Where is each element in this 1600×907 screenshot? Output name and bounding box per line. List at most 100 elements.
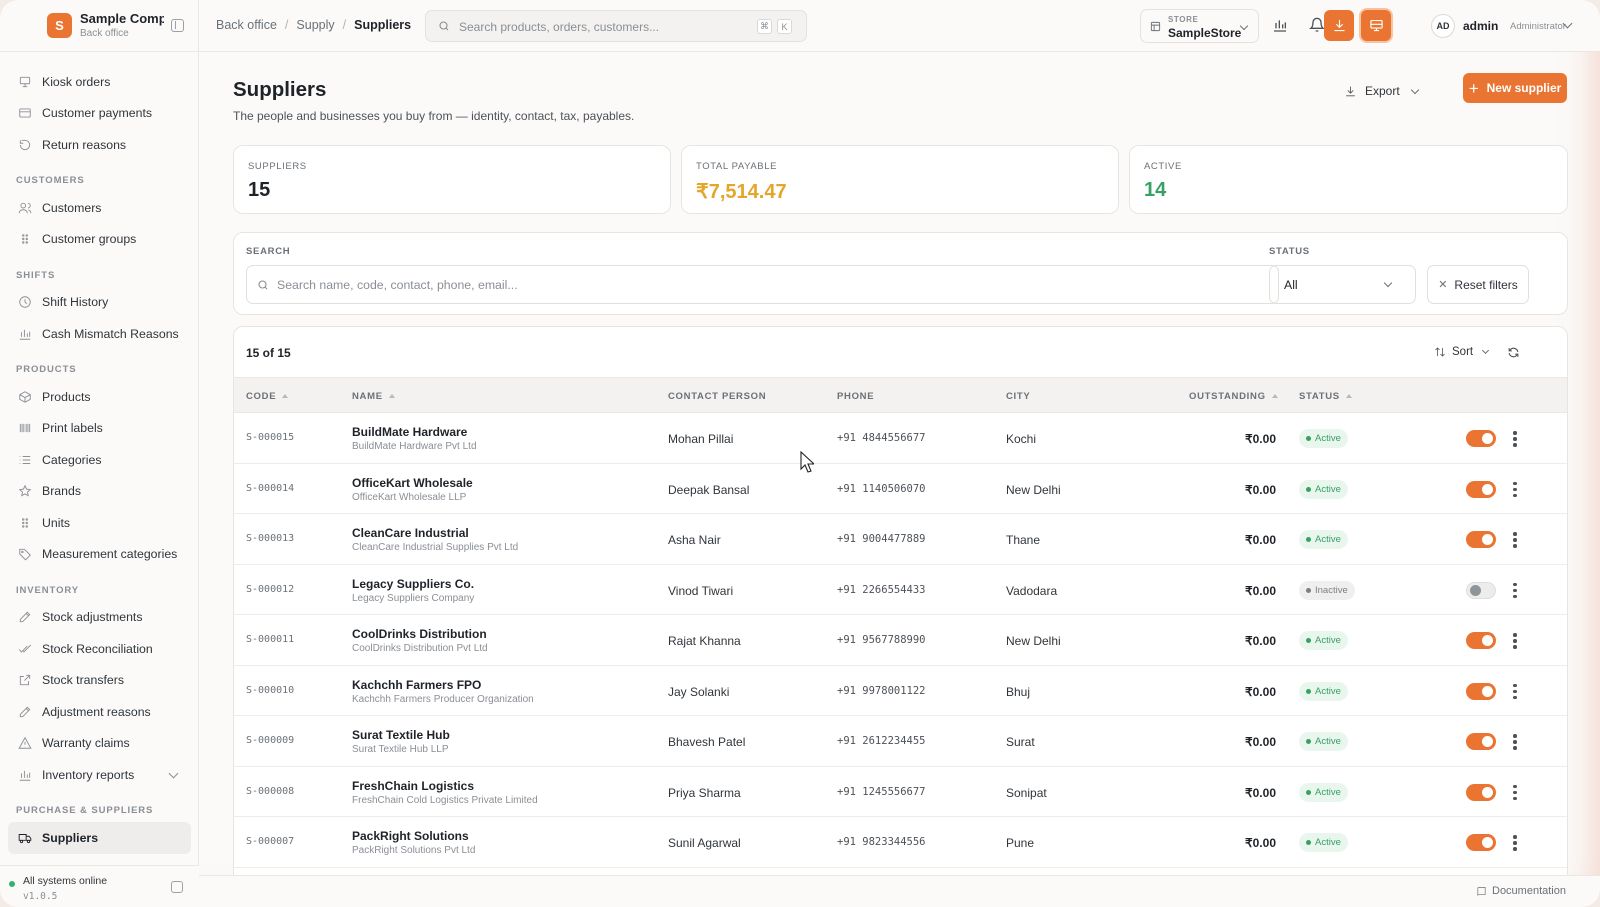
sidebar-item-label: Warranty claims [42,736,130,751]
more-vertical-icon[interactable] [1513,481,1517,498]
column-header-outstanding[interactable]: OUTSTANDING [1189,391,1278,402]
avatar[interactable]: AD [1431,14,1455,38]
column-label: OUTSTANDING [1189,391,1266,402]
active-toggle[interactable] [1466,430,1496,447]
more-vertical-icon[interactable] [1513,734,1517,750]
active-toggle[interactable] [1466,480,1496,498]
export-button[interactable]: Export [1344,77,1419,105]
download-button[interactable] [1324,10,1354,41]
breadcrumb-back-office[interactable]: Back office [216,18,277,32]
app-version: v1.0.5 [23,891,58,902]
supplier-code: S-000014 [246,482,295,494]
city: Sonipat [1006,785,1047,800]
stat-label: SUPPLIERS [248,161,307,172]
table-row[interactable]: S-000012 Legacy Suppliers Co. Legacy Suppl… [234,565,1567,615]
table-row[interactable]: S-000007 PackRight Solutions PackRight Sol… [234,817,1567,868]
column-header-name[interactable]: NAME [352,391,395,402]
reset-filters-button[interactable]: ✕ Reset filters [1427,265,1529,304]
more-vertical-icon[interactable] [1513,431,1517,447]
analytics-icon[interactable] [1272,17,1288,33]
status-select[interactable]: All [1269,265,1416,304]
active-toggle[interactable] [1466,783,1496,801]
new-supplier-button[interactable]: + New supplier [1463,73,1567,103]
supplier-legal-name: Surat Textile Hub LLP [352,744,449,755]
store-selector[interactable]: STORE SampleStore [1140,9,1259,43]
supplier-name[interactable]: CoolDrinks Distribution [352,627,487,641]
sidebar-item-measurement-categories[interactable]: Measurement categories [0,539,199,571]
sidebar-item-shift-history[interactable]: Shift History [0,287,199,319]
sidebar-item-stock-transfers[interactable]: Stock transfers [0,665,199,697]
table-row[interactable]: S-000015 BuildMate Hardware BuildMate Hard… [234,413,1567,464]
suppliers-table: 15 of 15 Sort CODE NAME CONTACT PERSON P… [233,326,1568,886]
breadcrumb-supply[interactable]: Supply [296,18,334,32]
brand-text: Sample Company Back office [80,11,164,39]
user-name[interactable]: admin [1463,19,1498,33]
active-toggle[interactable] [1466,834,1496,851]
sidebar-item-return-reasons[interactable]: Return reasons [0,129,199,161]
more-vertical-icon[interactable] [1513,532,1517,548]
table-row[interactable]: S-000011 CoolDrinks Distribution CoolDrink… [234,615,1567,666]
active-toggle[interactable] [1466,581,1496,599]
outstanding-amount: ₹0.00 [1245,432,1276,446]
sidebar-item-units[interactable]: Units [0,507,199,539]
table-row[interactable]: S-000010 Kachchh Farmers FPO Kachchh Farme… [234,666,1567,716]
breadcrumb: Back office / Supply / Suppliers [216,18,411,32]
supplier-name[interactable]: PackRight Solutions [352,829,469,843]
supplier-name[interactable]: FreshChain Logistics [352,779,474,793]
sidebar-item-print-labels[interactable]: Print labels [0,413,199,445]
sidebar-item-cash-mismatch-reasons[interactable]: Cash Mismatch Reasons [0,318,199,350]
supplier-name[interactable]: Legacy Suppliers Co. [352,577,474,591]
sidebar-item-customers[interactable]: Customers [0,192,199,224]
sidebar-item-suppliers[interactable]: Suppliers [8,822,191,854]
more-vertical-icon[interactable] [1513,633,1517,649]
sidebar-item-categories[interactable]: Categories [0,444,199,476]
column-header-status[interactable]: STATUS [1299,391,1352,402]
sort-button[interactable]: Sort [1434,346,1490,358]
more-vertical-icon[interactable] [1513,582,1517,599]
mouse-cursor-icon [800,451,814,473]
bell-icon[interactable] [1309,17,1325,33]
supplier-name[interactable]: Kachchh Farmers FPO [352,678,481,692]
panel-toggle-icon[interactable] [171,881,183,893]
global-search-input[interactable]: Search products, orders, customers... ⌘ … [425,10,807,42]
sidebar-item-warranty-claims[interactable]: Warranty claims [0,728,199,760]
sidebar-item-products[interactable]: Products [0,381,199,413]
active-toggle[interactable] [1466,531,1496,548]
sidebar-item-stock-reconciliation[interactable]: Stock Reconciliation [0,633,199,665]
column-header-code[interactable]: CODE [246,391,289,402]
table-row[interactable]: S-000008 FreshChain Logistics FreshChain C… [234,767,1567,817]
sidebar-item-customer-payments[interactable]: Customer payments [0,98,199,130]
more-vertical-icon[interactable] [1513,683,1517,700]
more-vertical-icon[interactable] [1513,784,1517,801]
supplier-name[interactable]: Surat Textile Hub [352,728,450,742]
more-vertical-icon[interactable] [1513,835,1517,851]
city: Bhuj [1006,684,1031,699]
close-icon: ✕ [1438,279,1448,291]
documentation-link[interactable]: Documentation [1476,885,1566,897]
sidebar-item-inventory-reports[interactable]: Inventory reports [0,759,199,791]
supplier-name[interactable]: OfficeKart Wholesale [352,476,473,490]
contact-person: Rajat Khanna [668,634,741,648]
supplier-name[interactable]: BuildMate Hardware [352,425,467,439]
table-row[interactable]: S-000009 Surat Textile Hub Surat Textile H… [234,716,1567,767]
city: Pune [1006,836,1035,850]
sidebar-item-brands[interactable]: Brands [0,476,199,508]
sidebar-collapse-icon[interactable] [171,19,184,32]
sidebar-item-stock-adjustments[interactable]: Stock adjustments [0,602,199,634]
sidebar-item-kiosk-orders[interactable]: Kiosk orders [0,66,199,98]
sidebar-item-customer-groups[interactable]: Customer groups [0,224,199,256]
supplier-search-input[interactable]: Search name, code, contact, phone, email… [246,265,1279,304]
active-toggle[interactable] [1466,632,1496,649]
outstanding-amount: ₹0.00 [1245,533,1276,547]
brand[interactable]: S Sample Company Back office [0,0,198,52]
sidebar-item-adjustment-reasons[interactable]: Adjustment reasons [0,696,199,728]
active-toggle[interactable] [1466,682,1496,700]
table-row[interactable]: S-000013 CleanCare Industrial CleanCare In… [234,514,1567,565]
refresh-icon[interactable] [1507,346,1520,359]
pos-button[interactable] [1361,10,1391,41]
table-row[interactable]: S-000014 OfficeKart Wholesale OfficeKart W… [234,464,1567,514]
active-toggle[interactable] [1466,733,1496,750]
city: New Delhi [1006,634,1061,648]
payments-icon [18,106,32,120]
supplier-name[interactable]: CleanCare Industrial [352,526,469,540]
